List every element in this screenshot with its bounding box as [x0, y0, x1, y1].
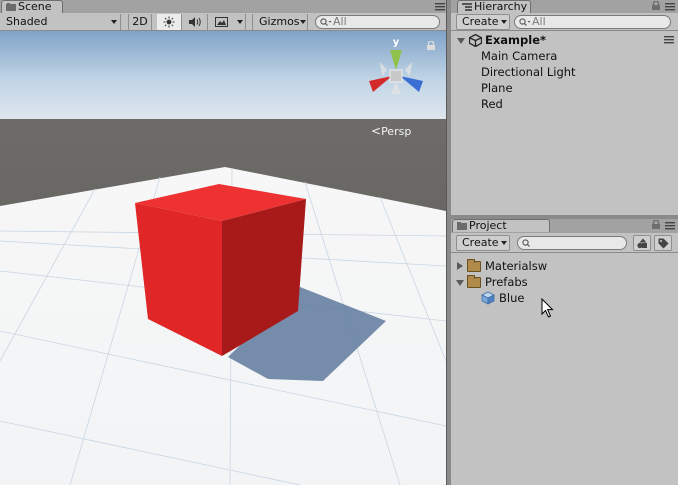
speaker-icon	[189, 17, 201, 27]
scene-effects-dropdown[interactable]	[209, 14, 246, 30]
folder-icon	[467, 259, 481, 272]
hierarchy-create-label: Create	[462, 15, 499, 28]
projection-label: Persp	[381, 125, 412, 138]
unity-scene-icon	[469, 34, 482, 47]
project-tab-strip: Project	[451, 219, 678, 232]
tab-hierarchy-label: Hierarchy	[474, 0, 528, 13]
x-axis-handle[interactable]	[369, 76, 392, 92]
hierarchy-create-button[interactable]: Create	[456, 14, 510, 30]
gizmos-dropdown[interactable]: Gizmos	[252, 14, 308, 30]
hierarchy-item[interactable]: Directional Light	[481, 64, 576, 80]
chevron-down-icon	[111, 20, 117, 24]
scene-row-menu-icon[interactable]	[664, 36, 674, 44]
scene-panel-menu-icon[interactable]	[435, 3, 445, 11]
prefab-cube-icon	[481, 291, 495, 305]
toggle-2d-label: 2D	[132, 15, 148, 28]
hierarchy-icon	[462, 3, 472, 11]
toggle-2d-button[interactable]: 2D	[128, 14, 152, 30]
project-create-label: Create	[462, 236, 499, 249]
project-tree-item[interactable]: Blue	[481, 290, 671, 306]
scene-audio-toggle[interactable]	[183, 14, 208, 30]
hierarchy-toolbar: Create All	[451, 13, 678, 31]
scene-toolbar: Shaded 2D Gizmos All	[0, 13, 446, 31]
chevron-down-icon	[300, 20, 306, 24]
project-toolbar: Create	[451, 233, 678, 253]
filter-by-label-button[interactable]	[654, 235, 672, 251]
gizmos-label: Gizmos	[259, 15, 300, 28]
search-icon	[519, 18, 531, 26]
project-tree-label: Prefabs	[485, 275, 528, 289]
tab-scene[interactable]: Scene	[1, 0, 63, 13]
search-icon	[320, 18, 332, 26]
collapse-arrow-icon[interactable]	[456, 280, 464, 286]
mouse-cursor-icon	[541, 298, 554, 318]
project-create-button[interactable]: Create	[456, 235, 510, 251]
chevron-down-icon	[237, 20, 243, 24]
y-axis-label: y	[393, 37, 400, 48]
expand-arrow-icon[interactable]	[457, 262, 463, 270]
filter-by-type-button[interactable]	[633, 235, 651, 251]
folder-icon	[457, 222, 467, 230]
image-icon	[215, 17, 228, 27]
hierarchy-panel-menu-icon[interactable]	[665, 3, 675, 11]
hierarchy-panel: Example* Main Camera Directional Light P…	[451, 31, 678, 215]
chevron-down-icon	[501, 20, 507, 24]
folder-icon	[467, 275, 481, 288]
hierarchy-lock-icon[interactable]	[652, 1, 660, 10]
tab-project[interactable]: Project	[452, 219, 550, 232]
scene-icon	[6, 3, 16, 11]
z-axis-handle[interactable]	[400, 76, 423, 92]
projection-toggle[interactable]: <Persp	[371, 124, 411, 138]
project-lock-icon[interactable]	[652, 220, 660, 229]
chevron-down-icon	[501, 241, 507, 245]
search-icon	[522, 239, 530, 247]
hierarchy-search-placeholder: All	[532, 15, 546, 28]
scene-search-placeholder: All	[333, 15, 347, 28]
hierarchy-item[interactable]: Red	[481, 96, 503, 112]
orientation-gizmo[interactable]: y	[360, 36, 432, 108]
scene-root-row[interactable]: Example*	[455, 32, 675, 48]
project-panel: Materialsw Prefabs Blue	[451, 253, 678, 485]
tab-project-label: Project	[469, 219, 507, 232]
draw-mode-dropdown[interactable]: Shaded	[0, 14, 121, 30]
tab-scene-label: Scene	[18, 0, 52, 13]
project-search-input[interactable]	[517, 236, 627, 250]
shapes-icon	[637, 238, 647, 249]
hierarchy-item[interactable]: Plane	[481, 80, 513, 96]
scene-lock-icon[interactable]	[427, 41, 435, 50]
project-tree-label: Materialsw	[485, 259, 548, 273]
hierarchy-search-input[interactable]: All	[514, 15, 671, 29]
chevron-left-icon: <	[371, 124, 382, 138]
tag-icon	[658, 238, 669, 249]
sun-icon	[163, 16, 175, 28]
tab-hierarchy[interactable]: Hierarchy	[457, 0, 531, 13]
hierarchy-item[interactable]: Main Camera	[481, 48, 557, 64]
project-tree-label: Blue	[499, 291, 525, 305]
scene-name: Example*	[485, 33, 547, 47]
scene-viewport[interactable]: y <Persp	[0, 31, 446, 485]
scene-search-input[interactable]: All	[315, 15, 440, 29]
draw-mode-label: Shaded	[6, 15, 48, 28]
scene-lighting-toggle[interactable]	[157, 14, 182, 30]
y-axis-handle[interactable]	[390, 50, 402, 70]
top-tab-strip: Scene Hierarchy	[0, 0, 678, 13]
project-tree-item[interactable]: Prefabs	[455, 274, 670, 290]
project-panel-menu-icon[interactable]	[665, 222, 675, 230]
project-tree-item[interactable]: Materialsw	[455, 258, 670, 274]
expand-arrow-icon[interactable]	[457, 38, 465, 44]
